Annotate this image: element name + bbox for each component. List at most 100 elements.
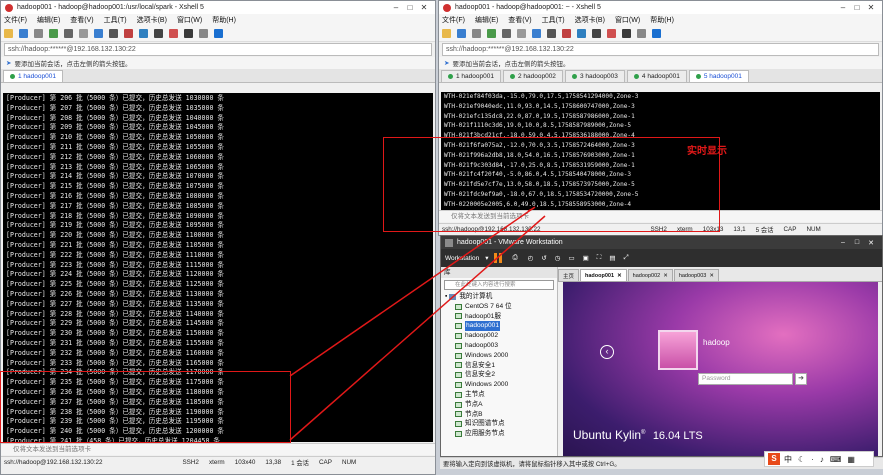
help-icon[interactable] (214, 29, 223, 38)
tree-root[interactable]: ▪ 我的计算机 (441, 292, 557, 302)
xftp-icon[interactable] (169, 29, 178, 38)
vm-tree-item[interactable]: 信息安全1 (441, 361, 557, 371)
library-search-input[interactable]: 在此处键入内容进行搜索 (444, 280, 554, 290)
menu-window[interactable]: 窗口(W) (177, 15, 202, 25)
vm-tab-hadoop002[interactable]: hadoop002 ✕ (627, 269, 673, 281)
console-icon[interactable]: ▤ (609, 254, 615, 262)
paste-icon[interactable] (517, 29, 526, 38)
vm-tree-item[interactable]: hadoop01服 (441, 312, 557, 322)
sogou-icon[interactable]: S (768, 453, 780, 465)
fullscreen-icon[interactable] (199, 29, 208, 38)
maximize-icon[interactable]: □ (403, 3, 417, 12)
print-icon[interactable] (109, 29, 118, 38)
open-folder-icon[interactable] (19, 29, 28, 38)
font-icon[interactable] (154, 29, 163, 38)
vm-tree-item[interactable]: 知识图谱节点 (441, 419, 557, 429)
fullscreen-icon[interactable] (637, 29, 646, 38)
vm-tree-item[interactable]: 信息安全2 (441, 370, 557, 380)
menu-view[interactable]: 查看(V) (70, 15, 93, 25)
back-arrow-icon[interactable]: ‹ (600, 345, 614, 359)
right-tab-3[interactable]: 3 hadoop003 (564, 70, 625, 82)
menu-tools[interactable]: 工具(T) (542, 15, 565, 25)
vm-tab-home[interactable]: 主页 (558, 269, 580, 281)
vm-tree-item[interactable]: 节点B (441, 410, 557, 420)
vm-screen[interactable]: ‹ hadoop Password ➜ Ubuntu Kylin® 16.04 … (563, 282, 878, 456)
new-session-icon[interactable] (4, 29, 13, 38)
vm-tab-hadoop003[interactable]: hadoop003 ✕ (673, 269, 719, 281)
link-icon[interactable] (34, 29, 43, 38)
arrow-icon[interactable]: ➤ (6, 59, 11, 67)
password-field[interactable]: Password (698, 373, 793, 385)
snapshot-icon[interactable]: ◴ (528, 254, 534, 262)
close-icon[interactable]: ✕ (864, 239, 878, 247)
properties-icon[interactable] (487, 29, 496, 38)
menu-help[interactable]: 帮助(H) (212, 15, 236, 25)
keyboard-icon[interactable] (184, 29, 193, 38)
menu-help[interactable]: 帮助(H) (650, 15, 674, 25)
right-tab-5[interactable]: 5 hadoop001 (688, 70, 749, 82)
arrow-icon[interactable]: ➤ (444, 59, 449, 67)
minimize-icon[interactable]: – (836, 239, 850, 246)
keyboard-icon[interactable] (622, 29, 631, 38)
workstation-menu[interactable]: Workstation (445, 255, 479, 262)
menu-file[interactable]: 文件(F) (442, 15, 465, 25)
vm-tree-item[interactable]: 主节点 (441, 390, 557, 400)
chevron-down-icon[interactable]: ▾ (485, 254, 488, 262)
left-tab-hadoop001[interactable]: 1 hadoop001 (3, 70, 63, 82)
vm-tree-item[interactable]: hadoop002 (441, 331, 557, 341)
vm-tree-item[interactable]: hadoop001 (441, 321, 557, 332)
vm-tree-item[interactable]: 应用服务节点 (441, 429, 557, 439)
help-icon[interactable] (652, 29, 661, 38)
maximize-icon[interactable]: □ (850, 3, 864, 12)
vm-tree-item[interactable]: Windows 2000 (441, 380, 557, 390)
xftp-icon[interactable] (607, 29, 616, 38)
close-icon[interactable]: ✕ (663, 273, 668, 279)
minimize-icon[interactable]: – (836, 3, 850, 12)
vm-tree-item[interactable]: CentOS 7 64 位 (441, 302, 557, 312)
menu-tabs[interactable]: 选项卡(B) (575, 15, 605, 25)
keyboard-icon[interactable]: ⌨ (830, 455, 842, 464)
ime-mode[interactable]: 中 (784, 454, 792, 465)
manage-snapshot-icon[interactable]: ◷ (555, 254, 561, 262)
stretch-icon[interactable]: ⤢ (624, 254, 629, 262)
fullscreen-icon[interactable]: ⛶ (597, 254, 602, 262)
vm-tree-item[interactable]: hadoop003 (441, 341, 557, 351)
maximize-icon[interactable]: □ (850, 239, 864, 246)
copy-icon[interactable] (64, 29, 73, 38)
link-icon[interactable] (472, 29, 481, 38)
menu-edit[interactable]: 编辑(E) (37, 15, 60, 25)
font-icon[interactable] (592, 29, 601, 38)
punctuation-icon[interactable]: · (811, 455, 814, 464)
send-keys-icon[interactable]: ⎙ (512, 254, 517, 262)
color-icon[interactable] (562, 29, 571, 38)
fit-icon[interactable]: ▣ (583, 254, 589, 262)
right-tab-4[interactable]: 4 hadoop001 (626, 70, 687, 82)
collapse-icon[interactable]: ▪ (445, 292, 447, 302)
menu-tools[interactable]: 工具(T) (104, 15, 127, 25)
properties-icon[interactable] (49, 29, 58, 38)
close-icon[interactable]: ✕ (864, 3, 878, 12)
close-icon[interactable]: ✕ (709, 273, 714, 279)
minimize-icon[interactable]: – (389, 3, 403, 12)
grid-icon[interactable]: ▦ (847, 455, 855, 464)
left-address-bar[interactable]: ssh://hadoop:******@192.168.132.130:22 (4, 43, 432, 56)
paste-icon[interactable] (79, 29, 88, 38)
search-icon[interactable] (532, 29, 541, 38)
menu-window[interactable]: 窗口(W) (615, 15, 640, 25)
globe-icon[interactable] (139, 29, 148, 38)
left-input-bar[interactable]: 仅将文本发送到当前选项卡 (1, 443, 435, 455)
right-tab-1[interactable]: 1 hadoop001 (441, 70, 501, 82)
close-icon[interactable]: ✕ (417, 3, 431, 12)
menu-view[interactable]: 查看(V) (508, 15, 531, 25)
new-session-icon[interactable] (442, 29, 451, 38)
microphone-icon[interactable]: ♪ (820, 455, 824, 464)
copy-icon[interactable] (502, 29, 511, 38)
view-icon[interactable]: ▭ (568, 254, 574, 262)
vm-tree-item[interactable]: 节点A (441, 400, 557, 410)
right-tab-2[interactable]: 2 hadoop002 (502, 70, 563, 82)
vm-tab-hadoop001[interactable]: hadoop001 ✕ (580, 269, 627, 281)
vm-tree-item[interactable]: Windows 2000 (441, 351, 557, 361)
close-icon[interactable]: ✕ (617, 273, 622, 279)
pause-icon[interactable] (494, 253, 503, 263)
print-icon[interactable] (547, 29, 556, 38)
